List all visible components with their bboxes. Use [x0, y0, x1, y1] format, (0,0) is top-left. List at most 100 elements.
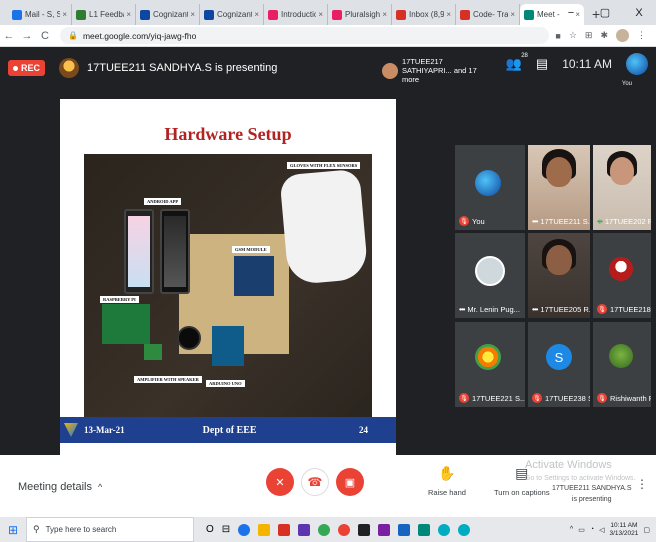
back-icon[interactable]: ←	[0, 30, 18, 42]
present-now-button[interactable]: 17TUEE211 SANDHYA.S is presenting	[552, 483, 632, 505]
reload-icon[interactable]: C	[36, 30, 54, 42]
network-icon[interactable]: ▭	[578, 526, 585, 534]
presentation-area: Hardware Setup ANDROID APP GLOVES WITH F…	[0, 89, 450, 460]
participant-tile[interactable]: 🎙 You	[455, 145, 525, 230]
cortana-icon[interactable]: O	[206, 524, 214, 535]
tab-close-icon[interactable]: ×	[510, 10, 515, 19]
tab-favicon-icon	[460, 9, 470, 20]
participant-tile[interactable]: ••• Mr. Lenin Pug...	[455, 233, 525, 318]
more-options-icon[interactable]: ⋮	[636, 477, 648, 491]
tab-close-icon[interactable]: ×	[190, 10, 195, 19]
app-icon[interactable]	[418, 523, 431, 536]
tab-favicon-icon	[76, 9, 86, 20]
participant-tile[interactable]: ••• 17TUEE211 S...	[528, 145, 590, 230]
url-input[interactable]: 🔒 meet.google.com/yiq-jawg-fho	[60, 27, 550, 44]
puzzle-icon[interactable]: ✱	[600, 30, 608, 41]
file-explorer-icon[interactable]	[258, 523, 271, 536]
star-icon[interactable]: ☆	[569, 30, 577, 41]
people-icon[interactable]: 👥 28	[506, 53, 528, 72]
tab-close-icon[interactable]: ×	[446, 10, 451, 19]
tab-close-icon[interactable]: ×	[126, 10, 131, 19]
address-bar: ← → C 🔒 meet.google.com/yiq-jawg-fho ■ ☆…	[0, 25, 656, 47]
vs-icon[interactable]	[378, 523, 391, 536]
windows-taskbar: ⊞ ⚲ Type here to search O ⊟ ^ ▭ ◔ ◁ 10:1…	[0, 517, 656, 542]
browser-tab[interactable]: Cognizant ×	[200, 4, 264, 25]
settings-icon[interactable]	[358, 523, 371, 536]
extensions-icon[interactable]: ⊞	[585, 30, 593, 41]
self-avatar[interactable]	[626, 53, 648, 75]
self-label: You	[621, 81, 632, 87]
chat-icon[interactable]: ▤	[536, 56, 548, 72]
participant-tile[interactable]: •ı•17TUEE202 R...	[593, 145, 651, 230]
avatar	[475, 256, 505, 286]
tab-favicon-icon	[12, 9, 22, 20]
tab-label: L1 Feedbac	[89, 10, 124, 19]
maximize-button[interactable]: ▢	[588, 6, 622, 19]
chevron-up-icon: ^	[98, 482, 103, 492]
tab-favicon-icon	[396, 9, 406, 20]
speaker-image	[177, 326, 201, 350]
app-icon[interactable]	[298, 523, 311, 536]
recording-badge: REC	[8, 60, 46, 76]
minimize-button[interactable]: −	[554, 7, 588, 19]
more-options-icon[interactable]: •••	[532, 217, 538, 226]
tab-close-icon[interactable]: ×	[382, 10, 387, 19]
browser-tab[interactable]: Mail - S, Sr×	[8, 4, 72, 25]
presenting-label: 17TUEE211 SANDHYA.S is presenting	[87, 62, 278, 74]
task-view-icon[interactable]: ⊟	[222, 524, 230, 535]
close-window-button[interactable]: X	[622, 7, 656, 19]
app-icon[interactable]	[278, 523, 291, 536]
camera-indicator-icon[interactable]: ■	[555, 31, 560, 41]
app-icon[interactable]	[398, 523, 411, 536]
participant-tile[interactable]: S 🎙17TUEE238 S...	[528, 322, 590, 407]
browser-tab[interactable]: Code- Trai ×	[456, 4, 520, 25]
app-icon[interactable]	[458, 523, 471, 536]
mic-off-icon: 🎙	[597, 304, 607, 314]
gsm-module-image	[234, 256, 274, 296]
participant-tile[interactable]: 🎙 Rishiwanth R	[593, 322, 651, 407]
chevron-up-icon[interactable]: ^	[570, 526, 573, 533]
mic-toggle-button[interactable]: ✕	[266, 468, 294, 496]
windows-start-icon[interactable]: ⊞	[0, 523, 26, 537]
participant-tile[interactable]: ••• 17TUEE205 R...	[528, 233, 590, 318]
edge-icon[interactable]	[238, 523, 251, 536]
forward-icon[interactable]: →	[18, 30, 36, 42]
taskbar-clock[interactable]: 10:11 AM 3/13/2021	[609, 522, 638, 538]
app-icon[interactable]	[438, 523, 451, 536]
profile-avatar[interactable]	[616, 29, 629, 42]
tab-favicon-icon	[140, 9, 150, 20]
system-tray: ^ ▭ ◔ ◁ 10:11 AM 3/13/2021 ▢	[570, 522, 656, 538]
volume-icon[interactable]: ◁	[599, 526, 604, 534]
participant-tile[interactable]: 🎙17TUEE218 S...	[593, 233, 651, 318]
participant-tile[interactable]: 🎙 17TUEE221 S...	[455, 322, 525, 407]
browser-tab[interactable]: Introductio ×	[264, 4, 328, 25]
raise-hand-button[interactable]: ✋ Raise hand	[428, 465, 466, 497]
app-icon[interactable]	[338, 523, 351, 536]
more-options-icon[interactable]: •••	[532, 305, 538, 314]
camera-off-icon: ▣	[344, 476, 356, 489]
taskbar-search-input[interactable]: ⚲ Type here to search	[26, 517, 194, 542]
slide-department: Dept of EEE	[202, 424, 257, 436]
tab-close-icon[interactable]: ×	[62, 10, 67, 19]
tab-close-icon[interactable]: ×	[318, 10, 323, 19]
avatar	[475, 344, 501, 370]
more-options-icon[interactable]: •••	[459, 305, 465, 314]
wifi-icon[interactable]: ◔	[590, 526, 594, 533]
browser-tab[interactable]: Pluralsight ×	[328, 4, 392, 25]
browser-tab[interactable]: Inbox (8,9 ×	[392, 4, 456, 25]
avatar: S	[546, 344, 572, 370]
tab-close-icon[interactable]: ×	[254, 10, 259, 19]
camera-toggle-button[interactable]: ▣	[336, 468, 364, 496]
menu-icon[interactable]: ⋮	[637, 30, 646, 41]
participants-chip[interactable]: 17TUEE217 SATHIYAPRI... and 17 more	[382, 57, 488, 84]
meeting-control-bar: Meeting details ^ ✕ ☎ ▣ ✋ Raise hand ▤ Tu…	[0, 455, 656, 517]
browser-tab[interactable]: Cognizant ×	[136, 4, 200, 25]
notification-icon[interactable]: ▢	[643, 526, 650, 534]
slide-date: 13-Mar-21	[84, 425, 125, 435]
meeting-details-button[interactable]: Meeting details ^	[18, 481, 102, 493]
browser-tab[interactable]: L1 Feedbac×	[72, 4, 136, 25]
label-amplifier: AMPLIFIER WITH SPEAKER	[134, 376, 202, 383]
speaking-icon: •ı•	[597, 217, 603, 226]
chrome-icon[interactable]	[318, 523, 331, 536]
leave-call-button[interactable]: ☎	[301, 468, 329, 496]
